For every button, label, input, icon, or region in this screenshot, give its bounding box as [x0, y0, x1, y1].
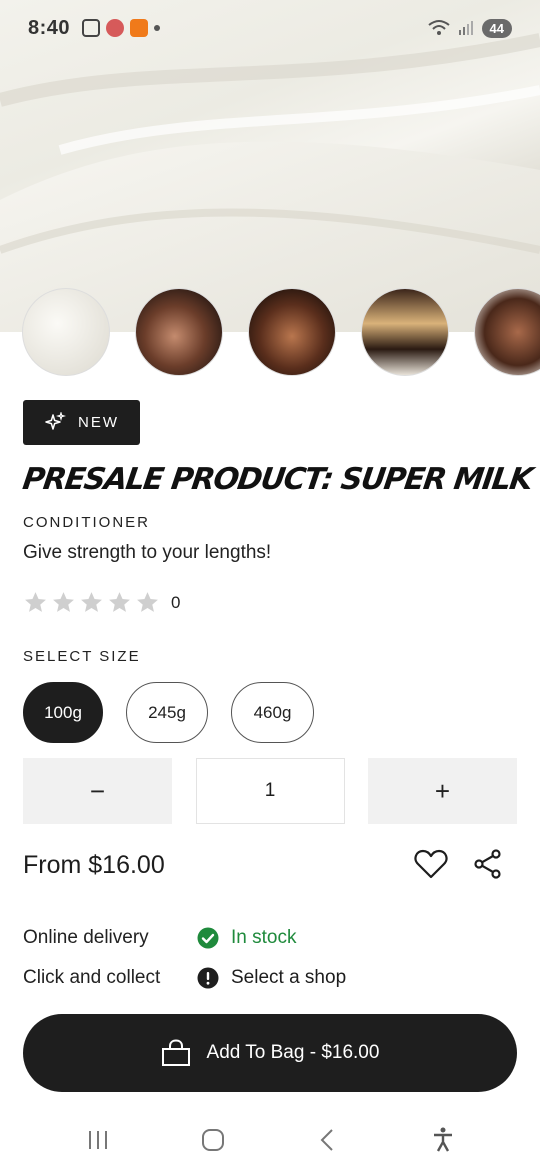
battery-indicator: 44: [481, 18, 512, 38]
size-option-460g[interactable]: 460g: [231, 682, 314, 743]
delivery-info: Online delivery In stock Click and colle…: [23, 918, 523, 998]
more-notifications-dot: [154, 25, 161, 31]
sparkle-icon: [45, 411, 66, 430]
quantity-stepper: − 1 +: [23, 758, 517, 824]
star-icon: [137, 592, 158, 612]
star-icon: [53, 592, 74, 612]
select-shop-link[interactable]: Select a shop: [197, 967, 346, 989]
recent-apps-icon[interactable]: [86, 1128, 110, 1152]
star-icon: [109, 592, 130, 612]
app-notification-icon: [106, 19, 125, 37]
rating-count: 0: [171, 592, 181, 612]
screenshot-icon: [82, 19, 101, 37]
thumbnail-cream[interactable]: [22, 288, 110, 376]
temu-icon: [130, 19, 149, 37]
product-actions: [414, 849, 502, 879]
new-badge: NEW: [23, 400, 140, 445]
thumbnail-model-face[interactable]: [248, 288, 336, 376]
star-icon: [25, 592, 46, 612]
status-time: 8:40: [28, 16, 71, 39]
add-to-bag-label: Add To Bag - $16.00: [206, 1042, 380, 1063]
click-and-collect-label: Click and collect: [23, 967, 161, 988]
system-navigation-bar: [0, 1110, 540, 1170]
image-thumbnails: [22, 288, 540, 378]
wifi-icon: [427, 20, 450, 35]
shopping-bag-icon: [161, 1039, 190, 1066]
product-price: From $16.00: [23, 851, 165, 879]
size-option-100g[interactable]: 100g: [23, 682, 103, 743]
thumbnail-comb[interactable]: [361, 288, 449, 376]
product-tagline: Give strength to your lengths!: [23, 542, 272, 563]
check-circle-icon: [197, 927, 219, 949]
add-to-bag-button[interactable]: Add To Bag - $16.00: [23, 1014, 517, 1092]
rating[interactable]: 0: [23, 590, 180, 615]
size-option-245g[interactable]: 245g: [126, 682, 208, 743]
thumbnail-hair-back[interactable]: [135, 288, 223, 376]
back-icon[interactable]: [316, 1128, 340, 1152]
size-options: 100g 245g 460g: [23, 682, 314, 743]
alert-icon: [197, 967, 219, 989]
home-icon[interactable]: [201, 1128, 225, 1152]
product-title: PRESALE PRODUCT: SUPER MILK: [20, 462, 534, 497]
heart-icon[interactable]: [414, 849, 448, 879]
share-icon[interactable]: [474, 849, 502, 879]
star-icon: [81, 592, 102, 612]
signal-icon: [458, 21, 473, 35]
increase-quantity-button[interactable]: +: [368, 758, 517, 824]
quantity-value[interactable]: 1: [195, 758, 345, 824]
badge-label: NEW: [78, 414, 119, 431]
in-stock-status: In stock: [231, 927, 297, 948]
status-bar: 8:40 44: [0, 0, 540, 56]
accessibility-icon[interactable]: [431, 1127, 455, 1153]
online-delivery-label: Online delivery: [23, 927, 149, 948]
select-size-label: SELECT SIZE: [23, 648, 141, 665]
thumbnail-model-side[interactable]: [474, 288, 540, 376]
decrease-quantity-button[interactable]: −: [23, 758, 172, 824]
select-shop-text: Select a shop: [231, 967, 347, 988]
product-category: CONDITIONER: [23, 514, 150, 531]
